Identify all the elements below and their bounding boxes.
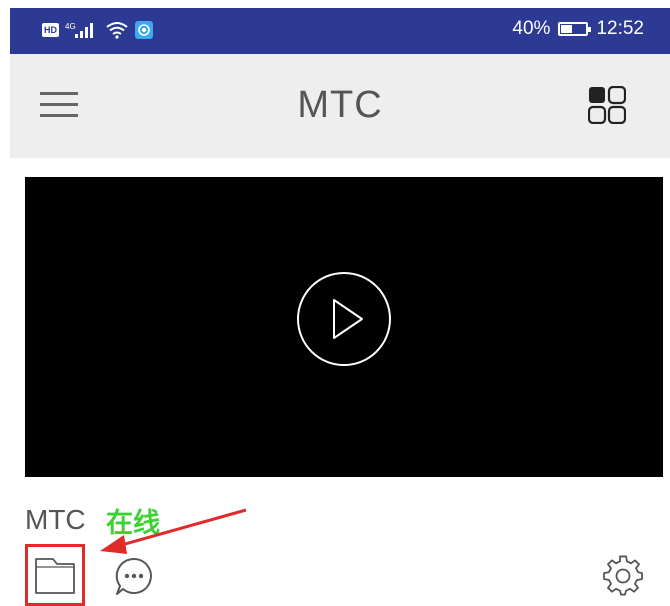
signal-icon: 4G [65,22,93,38]
device-name: MTC [25,504,86,535]
hd-icon: HD [42,23,59,37]
status-bar-left: HD 4G [42,21,153,39]
grid-view-icon[interactable] [588,86,626,124]
battery-fill [561,25,572,33]
chat-icon[interactable] [113,555,155,597]
folder-icon[interactable] [31,553,79,597]
settings-icon[interactable] [602,555,644,597]
status-bar-right: 40% 12:52 [512,18,644,40]
battery-icon [558,22,592,36]
network-type-label: 4G [65,22,76,31]
wifi-icon [106,22,128,39]
page-title: MTC [297,84,383,126]
battery-percent: 40% [512,18,551,39]
app-bar: MTC [10,54,670,158]
video-player[interactable] [25,177,663,477]
status-bar: HD 4G 40% 12:52 [10,8,670,54]
play-icon[interactable] [296,271,392,367]
clock: 12:52 [596,18,644,39]
app-notification-icon [135,21,153,39]
device-status: 在线 [106,508,160,539]
